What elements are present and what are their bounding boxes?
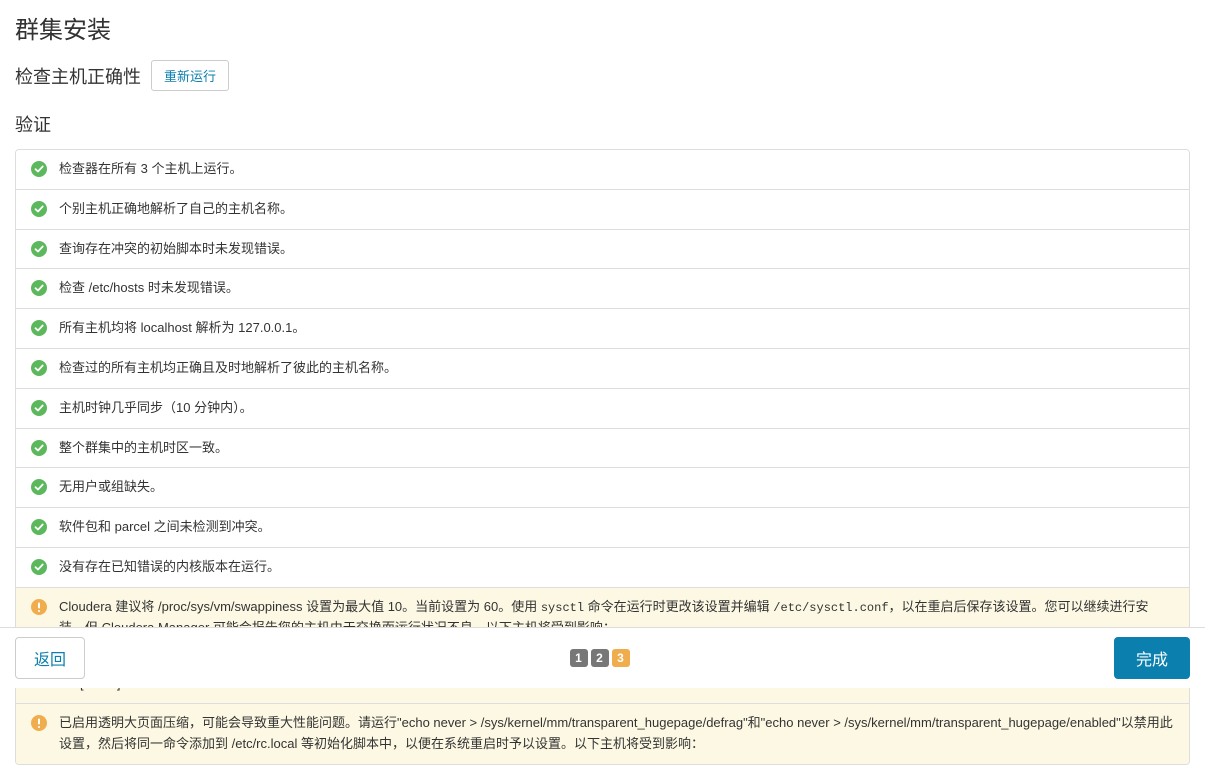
subtitle: 检查主机正确性: [15, 63, 141, 89]
validation-item[interactable]: 检查 /etc/hosts 时未发现错误。: [16, 269, 1189, 309]
warn-icon: [31, 599, 47, 615]
validation-item-body: 没有存在已知错误的内核版本在运行。: [59, 557, 1174, 578]
validation-text: 软件包和 parcel 之间未检测到冲突。: [59, 517, 1174, 538]
validation-item[interactable]: 查询存在冲突的初始脚本时未发现错误。: [16, 230, 1189, 270]
validation-item-body: 个别主机正确地解析了自己的主机名称。: [59, 199, 1174, 220]
ok-icon: [31, 400, 47, 416]
rerun-button[interactable]: 重新运行: [151, 60, 229, 91]
step-1[interactable]: 1: [570, 649, 588, 667]
validation-item-body: 所有主机均将 localhost 解析为 127.0.0.1。: [59, 318, 1174, 339]
ok-icon: [31, 360, 47, 376]
validation-item-body: 软件包和 parcel 之间未检测到冲突。: [59, 517, 1174, 538]
validation-item-body: 检查 /etc/hosts 时未发现错误。: [59, 278, 1174, 299]
validation-text: 无用户或组缺失。: [59, 477, 1174, 498]
validation-item[interactable]: 个别主机正确地解析了自己的主机名称。: [16, 190, 1189, 230]
validation-item-body: 查询存在冲突的初始脚本时未发现错误。: [59, 239, 1174, 260]
footer-bar: 返回 123 完成: [0, 627, 1205, 688]
back-button[interactable]: 返回: [15, 637, 85, 679]
validation-text: 主机时钟几乎同步（10 分钟内）。: [59, 398, 1174, 419]
validation-text: 检查过的所有主机均正确且及时地解析了彼此的主机名称。: [59, 358, 1174, 379]
validation-text: 检查 /etc/hosts 时未发现错误。: [59, 278, 1174, 299]
validation-item[interactable]: 检查过的所有主机均正确且及时地解析了彼此的主机名称。: [16, 349, 1189, 389]
ok-icon: [31, 201, 47, 217]
step-indicator: 123: [570, 649, 630, 667]
section-validate-title: 验证: [15, 111, 1190, 137]
validation-item[interactable]: 主机时钟几乎同步（10 分钟内）。: [16, 389, 1189, 429]
validation-item-body: 已启用透明大页面压缩，可能会导致重大性能问题。请运行"echo never > …: [59, 713, 1174, 755]
validation-item[interactable]: 整个群集中的主机时区一致。: [16, 429, 1189, 469]
ok-icon: [31, 559, 47, 575]
validation-item[interactable]: 无用户或组缺失。: [16, 468, 1189, 508]
validation-item[interactable]: 所有主机均将 localhost 解析为 127.0.0.1。: [16, 309, 1189, 349]
validation-item-body: 整个群集中的主机时区一致。: [59, 438, 1174, 459]
ok-icon: [31, 440, 47, 456]
step-2[interactable]: 2: [591, 649, 609, 667]
validation-item[interactable]: 已启用透明大页面压缩，可能会导致重大性能问题。请运行"echo never > …: [16, 704, 1189, 764]
validation-item[interactable]: 没有存在已知错误的内核版本在运行。: [16, 548, 1189, 588]
validation-item-body: 主机时钟几乎同步（10 分钟内）。: [59, 398, 1174, 419]
validation-text: 个别主机正确地解析了自己的主机名称。: [59, 199, 1174, 220]
validation-item[interactable]: 软件包和 parcel 之间未检测到冲突。: [16, 508, 1189, 548]
ok-icon: [31, 241, 47, 257]
finish-button[interactable]: 完成: [1114, 637, 1190, 679]
validation-text: 检查器在所有 3 个主机上运行。: [59, 159, 1174, 180]
ok-icon: [31, 479, 47, 495]
validation-text: 整个群集中的主机时区一致。: [59, 438, 1174, 459]
ok-icon: [31, 280, 47, 296]
subtitle-row: 检查主机正确性 重新运行: [15, 60, 1190, 91]
validation-item[interactable]: 检查器在所有 3 个主机上运行。: [16, 150, 1189, 190]
warn-icon: [31, 715, 47, 731]
validation-item-body: 检查器在所有 3 个主机上运行。: [59, 159, 1174, 180]
step-3[interactable]: 3: [612, 649, 630, 667]
validation-item-body: 无用户或组缺失。: [59, 477, 1174, 498]
page-title: 群集安装: [15, 10, 1190, 45]
ok-icon: [31, 161, 47, 177]
validation-text: 已启用透明大页面压缩，可能会导致重大性能问题。请运行"echo never > …: [59, 713, 1174, 755]
ok-icon: [31, 320, 47, 336]
ok-icon: [31, 519, 47, 535]
validation-text: 所有主机均将 localhost 解析为 127.0.0.1。: [59, 318, 1174, 339]
validation-item-body: 检查过的所有主机均正确且及时地解析了彼此的主机名称。: [59, 358, 1174, 379]
validation-text: 查询存在冲突的初始脚本时未发现错误。: [59, 239, 1174, 260]
validation-text: 没有存在已知错误的内核版本在运行。: [59, 557, 1174, 578]
